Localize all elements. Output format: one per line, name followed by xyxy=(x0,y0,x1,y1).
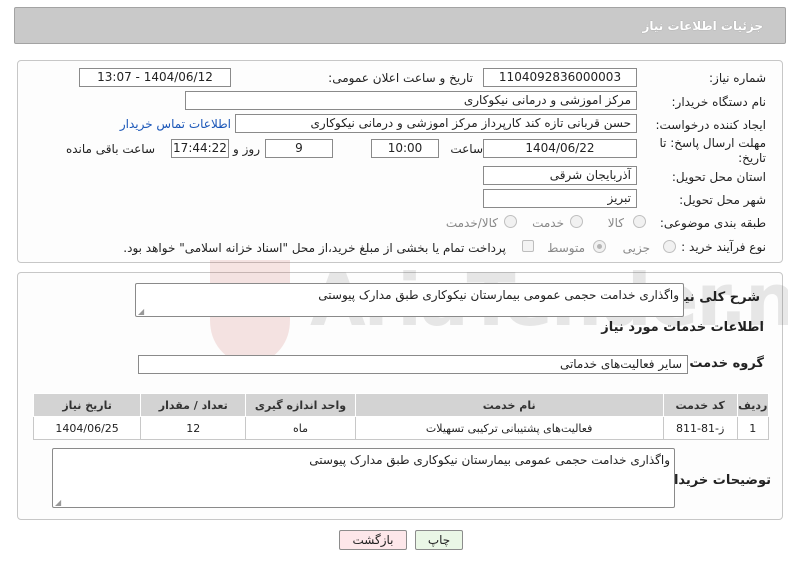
remaining-time-label: ساعت باقی مانده xyxy=(65,142,155,156)
buyer-notes-field[interactable]: واگذاری خدامت حجمی عمومی بیمارستان نیکوک… xyxy=(52,448,675,508)
deadline-label-line2: تاریخ: xyxy=(738,151,766,165)
remaining-time-field[interactable]: 17:44:22 xyxy=(171,139,229,158)
days-label: روز و xyxy=(233,142,260,156)
deadline-label-line1: مهلت ارسال پاسخ: تا xyxy=(659,136,766,150)
province-field[interactable]: آذربایجان شرقی xyxy=(483,166,637,185)
cell-unit: ماه xyxy=(245,416,356,440)
need-number-field[interactable]: 1104092836000003 xyxy=(483,68,637,87)
col-service-name: نام خدمت xyxy=(354,393,664,417)
announce-label: تاریخ و ساعت اعلان عمومی: xyxy=(328,71,473,85)
summary-text: واگذاری خدامت حجمی عمومی بیمارستان نیکوک… xyxy=(318,288,679,302)
process-radio-medium[interactable] xyxy=(593,240,606,253)
cell-need-date: 1404/06/25 xyxy=(32,416,142,440)
cell-service-name: فعالیت‌های پشتیبانی ترکیبی تسهیلات xyxy=(354,416,664,440)
cell-row-number: 1 xyxy=(736,416,770,440)
deadline-date-field[interactable]: 1404/06/22 xyxy=(483,139,637,158)
deadline-time-field[interactable]: 10:00 xyxy=(371,139,439,158)
deadline-time-label: ساعت xyxy=(450,142,483,156)
category-label: طبقه بندی موضوعی: xyxy=(659,216,766,230)
category-radio-goods[interactable] xyxy=(633,215,646,228)
col-service-code: کد خدمت xyxy=(662,393,738,417)
treasury-payment-note: پرداخت تمام یا بخشی از مبلغ خرید،از محل … xyxy=(123,241,506,255)
cell-quantity: 12 xyxy=(140,416,247,440)
process-option-medium: متوسط xyxy=(547,241,585,255)
table-row[interactable]: 1 ز-81-811 فعالیت‌های پشتیبانی ترکیبی تس… xyxy=(32,416,770,440)
buyer-org-field[interactable]: مرکز اموزشی و درمانی نیکوکاری xyxy=(185,91,637,110)
service-group-field[interactable]: سایر فعالیت‌های خدماتی xyxy=(138,355,688,374)
services-section-title: اطلاعات خدمات مورد نیاز xyxy=(601,320,764,335)
city-field[interactable]: تبریز xyxy=(483,189,637,208)
col-row-number: ردیف xyxy=(736,393,770,417)
services-table: ردیف کد خدمت نام خدمت واحد اندازه گیری ت… xyxy=(32,393,770,440)
col-need-date: تاریخ نیاز xyxy=(32,393,142,417)
process-radio-minor[interactable] xyxy=(663,240,676,253)
process-option-minor: جزیی xyxy=(622,241,650,255)
buyer-org-label: نام دستگاه خریدار: xyxy=(671,95,767,109)
creator-field[interactable]: حسن قربانی تازه کند کارپرداز مرکز اموزشی… xyxy=(235,114,637,133)
col-unit: واحد اندازه گیری xyxy=(245,393,356,417)
category-option-goods-service: کالا/خدمت xyxy=(445,216,498,230)
category-option-goods: کالا xyxy=(607,216,624,230)
back-button[interactable]: بازگشت xyxy=(339,530,407,550)
category-radio-goods-service[interactable] xyxy=(504,215,517,228)
page-title: جزئیات اطلاعات نیاز xyxy=(642,19,763,33)
category-radio-service[interactable] xyxy=(570,215,583,228)
resize-grip-icon: ◢ xyxy=(138,307,145,316)
category-option-service: خدمت xyxy=(532,216,564,230)
treasury-payment-checkbox[interactable] xyxy=(522,240,534,252)
print-button[interactable]: چاپ xyxy=(415,530,463,550)
buyer-notes-text: واگذاری خدامت حجمی عمومی بیمارستان نیکوک… xyxy=(309,453,670,467)
province-label: استان محل تحویل: xyxy=(671,170,766,184)
service-group-label: گروه خدمت: xyxy=(684,356,764,371)
buyer-notes-label: توضیحات خریدار: xyxy=(661,473,771,488)
announce-field[interactable]: 1404/06/12 - 13:07 xyxy=(79,68,231,87)
days-remaining-field[interactable]: 9 xyxy=(265,139,333,158)
summary-field[interactable]: واگذاری خدامت حجمی عمومی بیمارستان نیکوک… xyxy=(135,283,684,317)
services-table-header: ردیف کد خدمت نام خدمت واحد اندازه گیری ت… xyxy=(32,393,770,417)
col-quantity: تعداد / مقدار xyxy=(140,393,247,417)
process-label: نوع فرآیند خرید : xyxy=(681,240,766,254)
contact-buyer-link[interactable]: اطلاعات تماس خریدار xyxy=(120,117,231,131)
creator-label: ایجاد کننده درخواست: xyxy=(655,118,766,132)
city-label: شهر محل تحویل: xyxy=(679,193,766,207)
cell-service-code: ز-81-811 xyxy=(662,416,738,440)
need-number-label: شماره نیاز: xyxy=(709,71,766,85)
page-header: جزئیات اطلاعات نیاز xyxy=(14,7,786,44)
resize-grip-icon: ◢ xyxy=(55,498,62,507)
